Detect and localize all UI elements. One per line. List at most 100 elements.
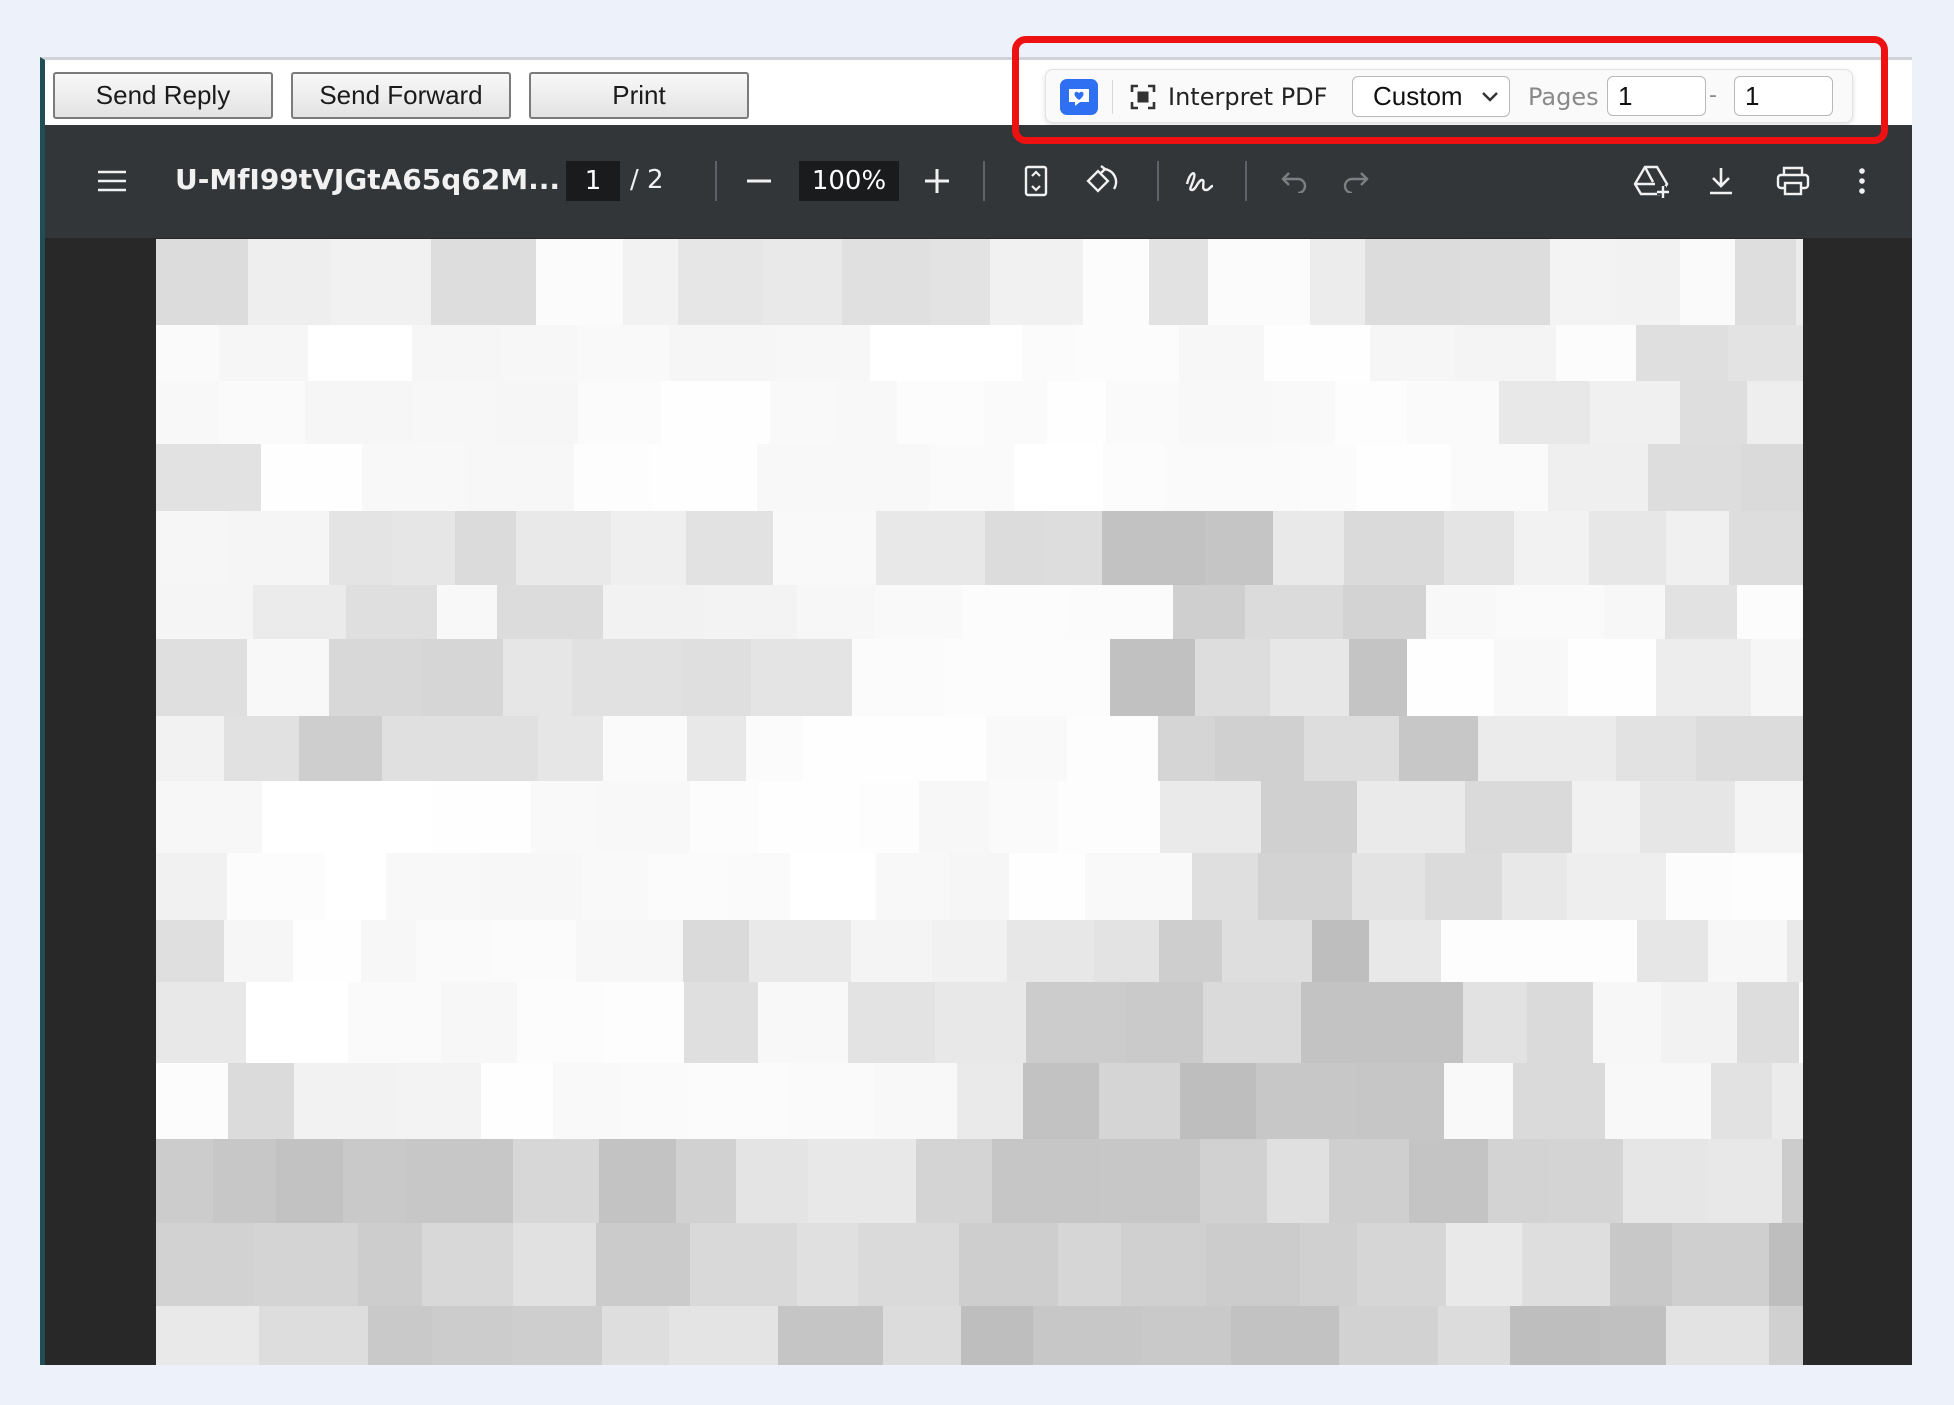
- redacted-block: [1349, 639, 1407, 716]
- redacted-block: [751, 639, 852, 716]
- redacted-block: [1159, 920, 1222, 982]
- page-to-input[interactable]: [1734, 76, 1833, 116]
- redacted-block: [1100, 1139, 1200, 1223]
- redacted-block: [721, 853, 790, 920]
- interpret-pdf-button[interactable]: Interpret PDF: [1130, 78, 1327, 116]
- redacted-block: [1180, 1063, 1256, 1139]
- pdf-viewer-toolbar: U-MfI99tVJGtA65q62M... 1 / 2 100%: [45, 125, 1912, 238]
- redacted-block: [1604, 585, 1665, 639]
- redacted-block: [678, 239, 763, 325]
- redacted-block: [1261, 781, 1357, 853]
- redacted-block: [1589, 511, 1666, 585]
- more-options-icon[interactable]: [1847, 161, 1877, 201]
- redacted-block: [1356, 444, 1451, 511]
- draw-signature-icon[interactable]: [1180, 161, 1220, 201]
- zoom-out-icon[interactable]: [739, 161, 779, 201]
- redacted-block: [1696, 716, 1803, 781]
- redacted-block: [919, 781, 990, 853]
- redacted-block: [687, 716, 746, 781]
- redacted-block: [431, 781, 531, 853]
- redacted-block: [253, 585, 346, 639]
- heart-chat-icon[interactable]: [1060, 79, 1098, 115]
- redacted-block: [156, 239, 248, 325]
- redacted-block: [1103, 444, 1164, 511]
- print-button[interactable]: Print: [529, 72, 749, 119]
- redo-icon[interactable]: [1336, 161, 1376, 201]
- redacted-block: [1102, 511, 1205, 585]
- redacted-block: [944, 639, 1047, 716]
- download-icon[interactable]: [1701, 161, 1741, 201]
- redacted-block: [1205, 511, 1273, 585]
- redacted-block: [432, 1306, 512, 1365]
- redacted-block: [247, 639, 329, 716]
- redacted-block: [294, 1063, 398, 1139]
- current-page-input[interactable]: 1: [566, 161, 620, 201]
- redacted-block: [1023, 1063, 1099, 1139]
- redacted-block: [1022, 325, 1078, 381]
- redacted-block: [299, 716, 382, 781]
- redacted-block: [1312, 920, 1369, 982]
- page-mode-select[interactable]: Custom: [1352, 76, 1510, 117]
- redacted-block: [1527, 982, 1593, 1063]
- redacted-block: [213, 1139, 276, 1223]
- redacted-block: [1357, 1063, 1444, 1139]
- redacted-block: [824, 444, 929, 511]
- redacted-block: [1438, 1306, 1510, 1365]
- save-to-drive-icon[interactable]: [1630, 159, 1674, 203]
- redacted-block: [676, 1139, 736, 1223]
- divider: [983, 161, 985, 201]
- redacted-block: [1665, 585, 1737, 639]
- menu-icon[interactable]: [92, 161, 132, 201]
- redacted-block: [773, 511, 876, 585]
- rotate-icon[interactable]: [1080, 159, 1124, 203]
- redacted-block: [736, 1139, 808, 1223]
- redacted-block: [156, 1139, 213, 1223]
- print-icon[interactable]: [1771, 161, 1815, 201]
- redacted-block: [156, 585, 253, 639]
- undo-icon[interactable]: [1274, 161, 1314, 201]
- redacted-block: [1444, 511, 1514, 585]
- send-forward-button[interactable]: Send Forward: [291, 72, 511, 119]
- redacted-block: [1264, 325, 1370, 381]
- redacted-block: [1735, 781, 1803, 853]
- pdf-viewer-area[interactable]: [45, 238, 1912, 1365]
- redacted-block: [690, 781, 758, 853]
- redacted-block: [681, 639, 751, 716]
- redacted-block: [1661, 982, 1737, 1063]
- redacted-block: [1610, 1223, 1672, 1306]
- redacted-block: [331, 239, 431, 325]
- redacted-block: [1451, 444, 1548, 511]
- zoom-in-icon[interactable]: [917, 161, 957, 201]
- redacted-block: [1014, 444, 1103, 511]
- redacted-block: [1455, 325, 1556, 381]
- redacted-block: [156, 781, 262, 853]
- redacted-block: [778, 1306, 883, 1365]
- redacted-block: [1300, 1223, 1357, 1306]
- redacted-block: [1514, 511, 1589, 585]
- redacted-block: [501, 325, 577, 381]
- redacted-block: [1741, 444, 1803, 511]
- redacted-block: [704, 585, 797, 639]
- redacted-block: [757, 444, 824, 511]
- redacted-block: [1070, 585, 1173, 639]
- redacted-block: [1737, 982, 1799, 1063]
- send-reply-button[interactable]: Send Reply: [53, 72, 273, 119]
- redacted-block: [1407, 381, 1499, 444]
- redacted-block: [851, 920, 932, 982]
- redacted-block: [876, 511, 985, 585]
- page-from-input[interactable]: [1607, 76, 1706, 116]
- redacted-block: [467, 444, 574, 511]
- redacted-block: [382, 716, 465, 781]
- redacted-block: [1549, 1139, 1623, 1223]
- redacted-block: [1441, 920, 1534, 982]
- redacted-block: [962, 585, 1070, 639]
- redacted-block: [1426, 585, 1496, 639]
- redacted-block: [1615, 239, 1680, 325]
- fit-to-page-icon[interactable]: [1016, 161, 1056, 201]
- zoom-level-input[interactable]: 100%: [799, 161, 899, 201]
- redacted-block: [1121, 1223, 1206, 1306]
- redacted-block: [422, 1223, 513, 1306]
- redacted-block: [329, 511, 392, 585]
- redacted-block: [1711, 1063, 1772, 1139]
- redacted-block: [1636, 325, 1728, 381]
